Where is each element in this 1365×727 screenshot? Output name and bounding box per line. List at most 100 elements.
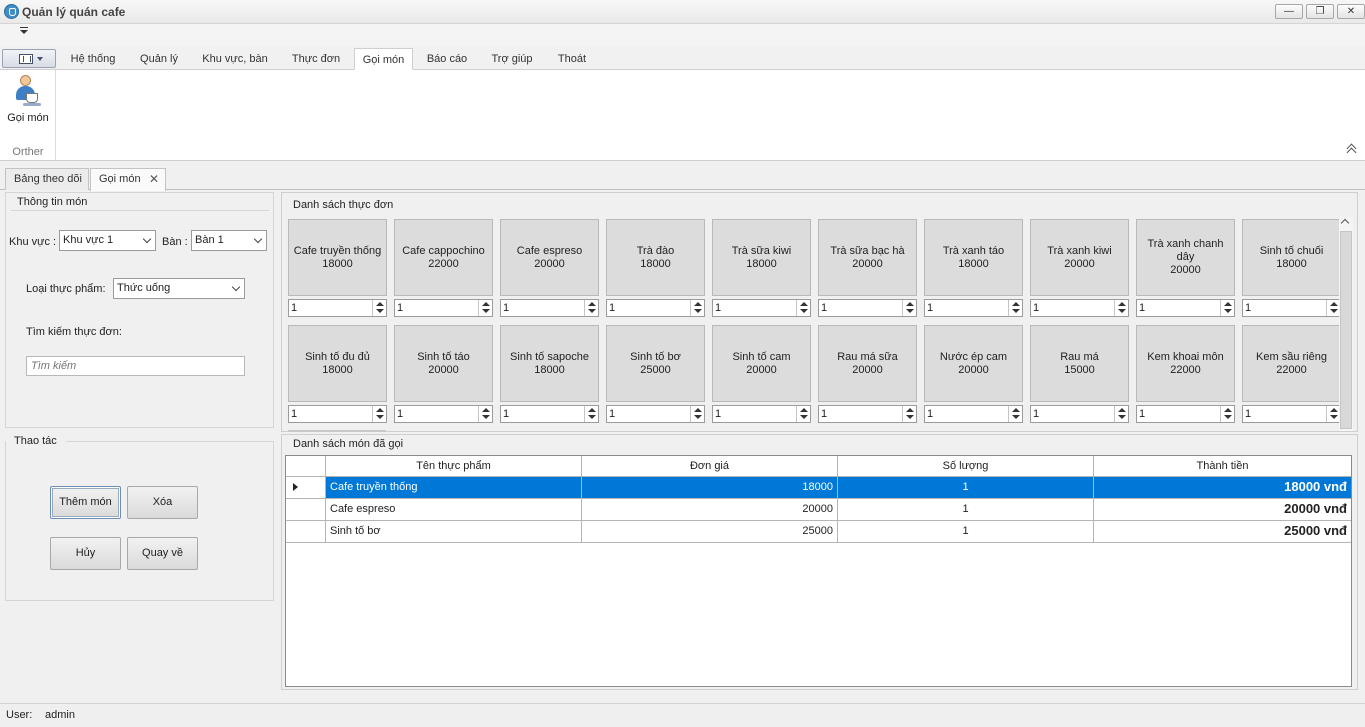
scroll-thumb[interactable] [1340,231,1352,429]
menu-item-button[interactable]: Sinh tố sapoche 18000 [500,325,599,402]
spinner-arrows-icon[interactable] [478,300,492,316]
customize-toolbar-icon[interactable] [20,27,28,34]
menu-item-button[interactable]: Trà xanh kiwi 20000 [1030,219,1129,296]
quantity-stepper[interactable]: 1 [712,299,811,317]
menu-item-button[interactable]: Sinh tố cam 20000 [712,325,811,402]
quantity-stepper[interactable]: 1 [500,299,599,317]
spinner-arrows-icon[interactable] [796,300,810,316]
cell-qty[interactable]: 1 [838,499,1094,520]
spinner-arrows-icon[interactable] [478,406,492,422]
quantity-stepper[interactable]: 1 [1242,299,1339,317]
spinner-arrows-icon[interactable] [584,300,598,316]
column-header-name[interactable]: Tên thực phẩm [326,456,582,477]
menu-item-button[interactable]: Trà xanh chanh dây 20000 [1136,219,1235,296]
menu-item-button[interactable]: Sinh tố đu đủ 18000 [288,325,387,402]
row-header[interactable] [286,499,326,520]
horizontal-scrollbar[interactable] [288,430,386,432]
quantity-stepper[interactable]: 1 [1136,405,1235,423]
cell-price[interactable]: 20000 [582,499,838,520]
spinner-arrows-icon[interactable] [902,406,916,422]
quantity-stepper[interactable]: 1 [606,405,705,423]
tab-thoat[interactable]: Thoát [550,48,594,70]
cell-total[interactable]: 20000 vnđ [1094,499,1351,520]
menu-item-button[interactable]: Kem sầu riêng 22000 [1242,325,1339,402]
menu-item-button[interactable]: Trà sữa bạc hà 20000 [818,219,917,296]
restore-button[interactable]: ❐ [1306,4,1334,19]
menu-item-button[interactable]: Trà xanh táo 18000 [924,219,1023,296]
quantity-stepper[interactable]: 1 [288,405,387,423]
menu-item-button[interactable]: Nước ép cam 20000 [924,325,1023,402]
spinner-arrows-icon[interactable] [372,300,386,316]
table-row[interactable]: Cafe truyền thống 18000 1 18000 vnđ [286,477,1351,499]
close-button[interactable]: ✕ [1337,4,1365,19]
quantity-stepper[interactable]: 1 [394,405,493,423]
cell-total[interactable]: 18000 vnđ [1094,477,1351,498]
menu-item-button[interactable]: Trà đào 18000 [606,219,705,296]
spinner-arrows-icon[interactable] [1008,300,1022,316]
spinner-arrows-icon[interactable] [690,406,704,422]
menu-item-button[interactable]: Trà sữa kiwi 18000 [712,219,811,296]
column-header-total[interactable]: Thành tiền [1094,456,1351,477]
application-menu-button[interactable] [2,49,56,68]
menu-item-button[interactable]: Sinh tố táo 20000 [394,325,493,402]
spinner-arrows-icon[interactable] [1220,300,1234,316]
scroll-up-icon[interactable] [1340,218,1350,228]
tab-bao-cao[interactable]: Báo cáo [420,48,474,70]
doc-tab-bang-theo-doi[interactable]: Bảng theo dõi [5,168,89,190]
column-header-qty[interactable]: Số lượng [838,456,1094,477]
spinner-arrows-icon[interactable] [1326,300,1339,316]
minimize-button[interactable]: — [1275,4,1303,19]
table-select[interactable]: Bàn 1 [191,230,267,251]
spinner-arrows-icon[interactable] [902,300,916,316]
cancel-button[interactable]: Hủy [50,537,121,570]
tab-tro-giup[interactable]: Trợ giúp [483,48,541,70]
menu-item-button[interactable]: Sinh tố chuối 18000 [1242,219,1339,296]
quantity-stepper[interactable]: 1 [1136,299,1235,317]
menu-item-button[interactable]: Rau má sữa 20000 [818,325,917,402]
tab-khu-vuc-ban[interactable]: Khu vực, bàn [196,48,274,70]
tab-goi-mon[interactable]: Gọi món [354,48,413,70]
cell-name[interactable]: Sinh tố bơ [326,521,582,542]
area-select[interactable]: Khu vực 1 [59,230,156,251]
quantity-stepper[interactable]: 1 [818,299,917,317]
spinner-arrows-icon[interactable] [584,406,598,422]
spinner-arrows-icon[interactable] [1220,406,1234,422]
tab-thuc-don[interactable]: Thực đơn [284,48,348,70]
cell-name[interactable]: Cafe truyền thống [326,477,582,498]
quantity-stepper[interactable]: 1 [712,405,811,423]
tab-he-thong[interactable]: Hệ thống [62,48,124,70]
spinner-arrows-icon[interactable] [1114,406,1128,422]
row-header[interactable] [286,477,326,498]
quantity-stepper[interactable]: 1 [288,299,387,317]
cell-qty[interactable]: 1 [838,521,1094,542]
column-header-price[interactable]: Đơn giá [582,456,838,477]
doc-tab-goi-mon[interactable]: Gọi món ✕ [90,168,166,191]
search-input[interactable] [26,356,245,376]
quantity-stepper[interactable]: 1 [606,299,705,317]
menu-item-button[interactable]: Rau má 15000 [1030,325,1129,402]
quantity-stepper[interactable]: 1 [500,405,599,423]
quantity-stepper[interactable]: 1 [1030,299,1129,317]
quantity-stepper[interactable]: 1 [924,405,1023,423]
spinner-arrows-icon[interactable] [796,406,810,422]
food-type-select[interactable]: Thức uống [113,278,245,299]
spinner-arrows-icon[interactable] [690,300,704,316]
spinner-arrows-icon[interactable] [1008,406,1022,422]
table-row[interactable]: Cafe espreso 20000 1 20000 vnđ [286,499,1351,521]
table-row[interactable]: Sinh tố bơ 25000 1 25000 vnđ [286,521,1351,543]
spinner-arrows-icon[interactable] [372,406,386,422]
quantity-stepper[interactable]: 1 [394,299,493,317]
close-tab-icon[interactable]: ✕ [149,169,159,189]
back-button[interactable]: Quay về [127,537,198,570]
quantity-stepper[interactable]: 1 [924,299,1023,317]
goi-mon-ribbon-button[interactable]: Gọi món [0,70,56,134]
cell-qty[interactable]: 1 [838,477,1094,498]
quantity-stepper[interactable]: 1 [818,405,917,423]
menu-item-button[interactable]: Cafe espreso 20000 [500,219,599,296]
quantity-stepper[interactable]: 1 [1030,405,1129,423]
menu-scrollbar[interactable] [1339,217,1353,431]
cell-price[interactable]: 25000 [582,521,838,542]
spinner-arrows-icon[interactable] [1326,406,1339,422]
spinner-arrows-icon[interactable] [1114,300,1128,316]
menu-item-button[interactable]: Sinh tố bơ 25000 [606,325,705,402]
